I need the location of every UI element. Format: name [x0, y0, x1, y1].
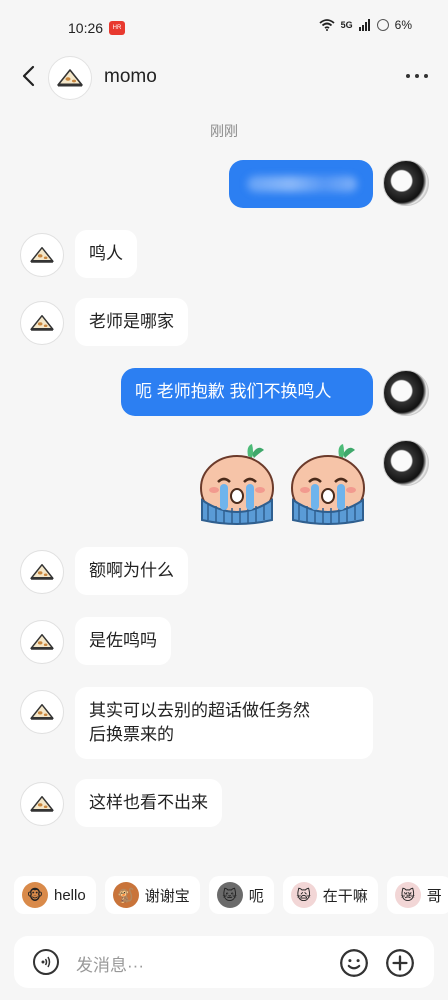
- cartoon-sticker-icon: 😿: [394, 882, 421, 908]
- pizza-slice-icon: [30, 796, 54, 812]
- blurred-text: [247, 176, 357, 192]
- monkey-sticker-icon: 🐒: [112, 882, 139, 908]
- quick-reply-label: 哥: [426, 887, 442, 905]
- contact-avatar-small[interactable]: [20, 233, 64, 277]
- pizza-slice-icon: [30, 564, 54, 580]
- notification-badge: HR: [109, 21, 125, 35]
- contact-avatar-small[interactable]: [20, 550, 64, 594]
- sent-message-bubble[interactable]: [229, 160, 373, 208]
- voice-input-icon[interactable]: [33, 949, 59, 975]
- add-attachment-icon[interactable]: [386, 949, 414, 977]
- contact-avatar-small[interactable]: [20, 301, 64, 345]
- received-message-bubble[interactable]: 鸣人: [75, 230, 137, 278]
- sent-message-bubble[interactable]: 呃 老师抱歉 我们不换鸣人: [121, 368, 373, 416]
- pizza-slice-icon: [30, 247, 54, 263]
- pizza-slice-icon: [30, 704, 54, 720]
- message-input-bar: 发消息···: [14, 936, 434, 988]
- my-avatar[interactable]: [383, 370, 429, 416]
- crying-radish-sticker[interactable]: [287, 442, 369, 526]
- my-avatar[interactable]: [383, 440, 429, 486]
- monkey-sticker-icon: 🐵: [22, 882, 48, 908]
- contact-name: momo: [104, 66, 157, 87]
- received-message-bubble[interactable]: 额啊为什么: [75, 547, 188, 595]
- message-line: 其实可以去别的超话做任务然: [89, 701, 310, 720]
- chat-header: momo: [0, 56, 448, 100]
- battery-level: 6%: [394, 18, 412, 32]
- cat-sticker-icon: 🐱: [216, 882, 243, 908]
- signal-label: 5G: [340, 20, 353, 30]
- quick-reply-chip[interactable]: 🙀 在干嘛: [282, 876, 378, 914]
- received-message-bubble[interactable]: 是佐鸣吗: [75, 617, 171, 665]
- signal-icon: [358, 19, 370, 31]
- wifi-icon: [319, 19, 335, 31]
- contact-avatar-small[interactable]: [20, 782, 64, 826]
- pizza-slice-icon: [30, 315, 54, 331]
- pizza-slice-icon: [57, 69, 83, 87]
- more-options-icon[interactable]: [406, 74, 428, 78]
- quick-reply-label: 在干嘛: [322, 887, 368, 905]
- status-bar: 10:26 HR 5G 6%: [0, 0, 448, 56]
- status-indicators: 5G 6%: [319, 18, 412, 32]
- contact-avatar-small[interactable]: [20, 690, 64, 734]
- quick-reply-label: 呃: [248, 887, 264, 905]
- emoji-icon[interactable]: [340, 949, 368, 977]
- pizza-slice-icon: [30, 634, 54, 650]
- back-icon[interactable]: [18, 64, 42, 88]
- received-message-bubble[interactable]: 这样也看不出来: [75, 779, 222, 827]
- received-message-bubble[interactable]: 老师是哪家: [75, 298, 188, 346]
- cartoon-sticker-icon: 🙀: [290, 882, 317, 908]
- contact-avatar[interactable]: [48, 56, 92, 100]
- quick-reply-chip[interactable]: 🐵 hello: [14, 876, 96, 914]
- my-avatar[interactable]: [383, 160, 429, 206]
- quick-reply-label: 谢谢宝: [144, 887, 190, 905]
- message-line: 后换票来的: [89, 725, 174, 744]
- contact-avatar-small[interactable]: [20, 620, 64, 664]
- crying-radish-sticker[interactable]: [196, 442, 278, 526]
- battery-icon: [376, 19, 389, 31]
- quick-reply-chip[interactable]: 😿 哥: [386, 876, 448, 914]
- quick-reply-label: hello: [54, 886, 86, 904]
- quick-reply-chip[interactable]: 🐒 谢谢宝: [104, 876, 200, 914]
- quick-reply-row: 🐵 hello 🐒 谢谢宝 🐱 呃 🙀 在干嘛 😿 哥: [14, 876, 448, 914]
- quick-reply-chip[interactable]: 🐱 呃: [208, 876, 274, 914]
- message-timestamp: 刚刚: [210, 123, 238, 139]
- sound-wave-icon: [41, 956, 51, 968]
- message-input[interactable]: 发消息···: [76, 951, 144, 976]
- status-time: 10:26: [68, 20, 104, 36]
- received-message-bubble[interactable]: 其实可以去别的超话做任务然 后换票来的: [75, 687, 373, 759]
